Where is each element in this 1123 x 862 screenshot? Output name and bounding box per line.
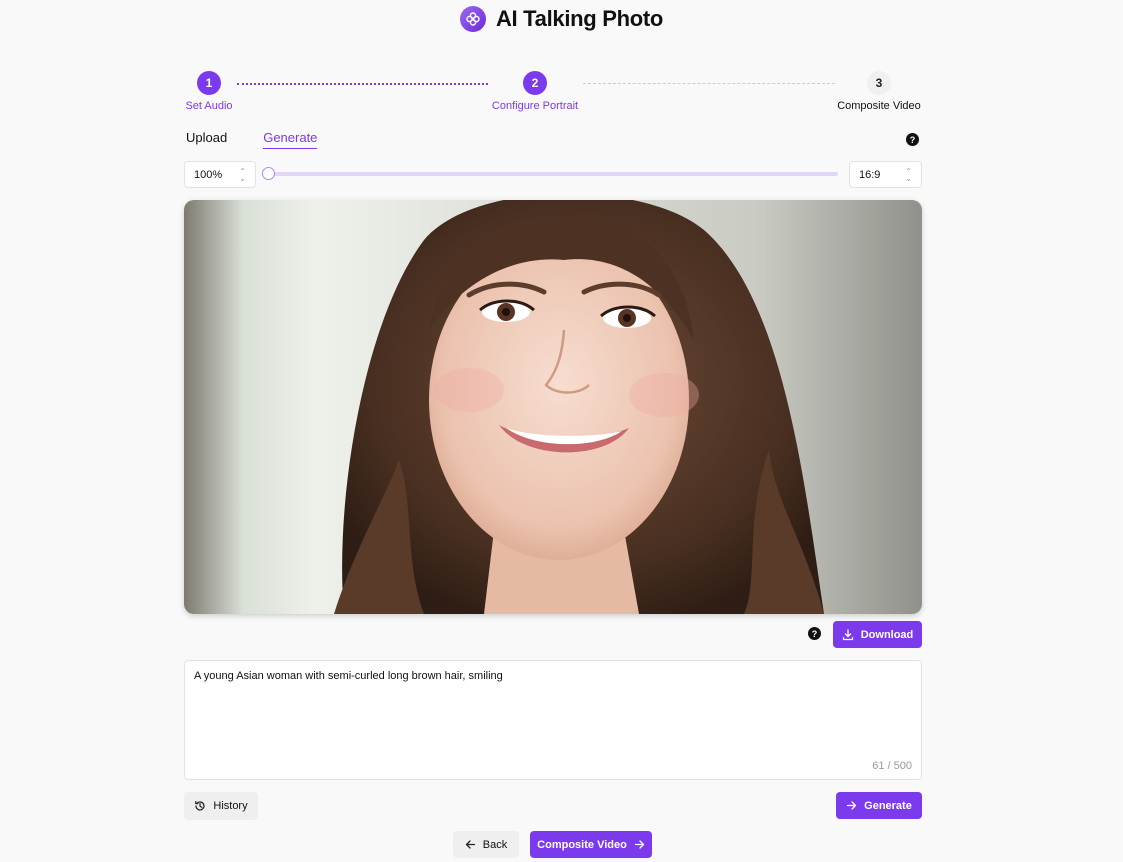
arrow-left-icon: [465, 840, 475, 849]
arrow-right-icon: [634, 840, 644, 849]
zoom-select[interactable]: 100% ⌃ ⌄: [184, 161, 256, 188]
page-title: AI Talking Photo: [495, 6, 664, 31]
step-connector-1: [237, 83, 488, 85]
step-connector-2: [583, 83, 835, 84]
question-icon[interactable]: ?: [906, 133, 919, 146]
tab-upload[interactable]: Upload: [186, 130, 227, 149]
back-label: Back: [482, 838, 508, 851]
history-icon: [195, 800, 205, 811]
generate-label: Generate: [864, 799, 912, 812]
source-tabs: Upload Generate: [186, 130, 318, 149]
question-icon[interactable]: ?: [808, 627, 821, 640]
back-button[interactable]: Back: [453, 831, 519, 858]
arrow-right-icon: [846, 801, 857, 810]
download-label: Download: [860, 628, 914, 641]
prompt-textarea[interactable]: A young Asian woman with semi-curled lon…: [184, 660, 922, 780]
zoom-value: 100%: [194, 168, 223, 181]
step-2-label[interactable]: Configure Portrait: [492, 100, 578, 112]
generate-button[interactable]: Generate: [836, 792, 922, 819]
chevron-up-down-icon: ⌃ ⌄: [905, 166, 912, 183]
flower-icon: [459, 6, 486, 32]
chevron-up-down-icon: ⌃ ⌄: [239, 166, 246, 183]
portrait-image: [184, 200, 922, 614]
download-icon: [842, 628, 853, 640]
history-button[interactable]: History: [184, 792, 258, 820]
character-counter: 61 / 500: [872, 760, 912, 772]
step-2-indicator[interactable]: 2: [523, 71, 547, 95]
app-header: AI Talking Photo: [0, 0, 1123, 38]
step-1-indicator[interactable]: 1: [197, 71, 221, 95]
step-1-label[interactable]: Set Audio: [185, 100, 232, 112]
history-label: History: [213, 800, 248, 812]
step-3-label[interactable]: Composite Video: [837, 100, 921, 112]
tab-generate[interactable]: Generate: [263, 130, 318, 149]
progress-stepper: 1 Set Audio 2 Configure Portrait 3 Compo…: [184, 70, 922, 120]
slider-thumb[interactable]: [262, 167, 275, 180]
composite-video-label: Composite Video: [537, 838, 627, 851]
composite-video-button[interactable]: Composite Video: [530, 831, 652, 858]
aspect-ratio-value: 16:9: [859, 168, 881, 181]
prompt-text[interactable]: A young Asian woman with semi-curled lon…: [194, 670, 503, 682]
download-button[interactable]: Download: [833, 621, 922, 648]
step-3-indicator[interactable]: 3: [867, 71, 891, 95]
aspect-ratio-select[interactable]: 16:9 ⌃ ⌄: [849, 161, 922, 188]
zoom-slider[interactable]: [262, 167, 838, 180]
